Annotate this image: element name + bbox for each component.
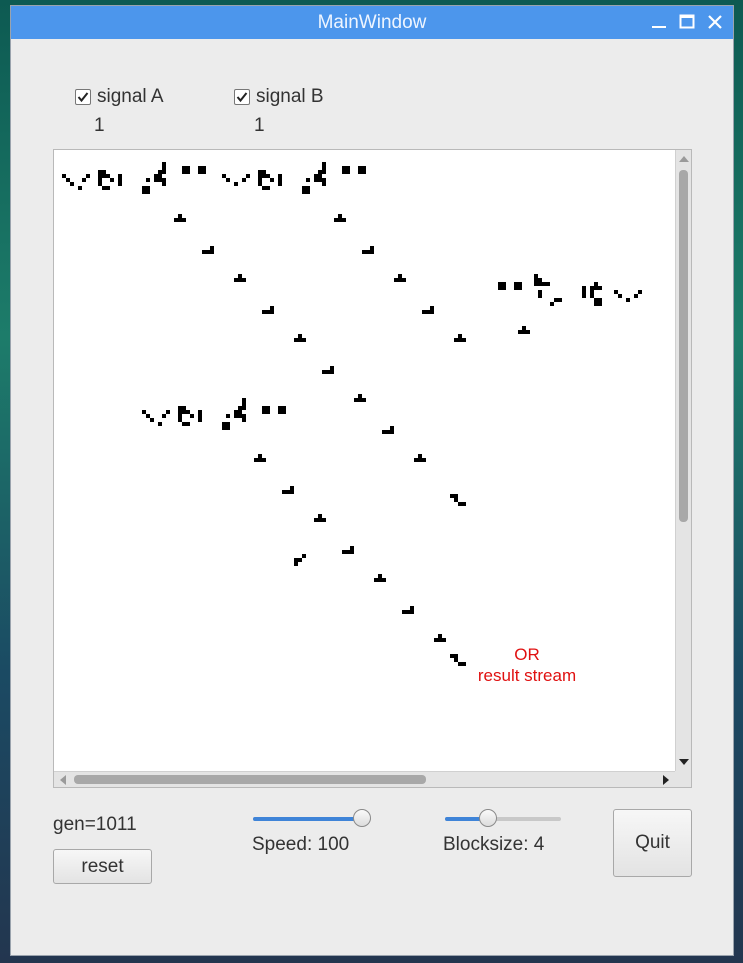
- signal-b-label: signal B: [256, 86, 324, 107]
- minimize-icon[interactable]: [649, 12, 669, 32]
- signal-b-checkbox[interactable]: signal B: [234, 86, 324, 108]
- annotation-or: OR: [514, 645, 540, 664]
- reset-button[interactable]: reset: [53, 849, 152, 884]
- slider-fill: [253, 817, 362, 821]
- speed-label: Speed: 100: [252, 834, 350, 855]
- checkbox-checked-icon[interactable]: [234, 89, 250, 105]
- signal-a-checkbox[interactable]: signal A: [75, 86, 164, 108]
- scroll-up-icon[interactable]: [679, 156, 689, 162]
- main-window: MainWindow signal A 1 signal B 1 OR resu…: [10, 5, 734, 956]
- signal-a-value: 1: [94, 115, 105, 136]
- horizontal-scrollbar[interactable]: [54, 771, 675, 787]
- checkbox-checked-icon[interactable]: [75, 89, 91, 105]
- annotation-label: OR result stream: [462, 644, 592, 686]
- annotation-result-stream: result stream: [477, 666, 577, 685]
- signal-b-value: 1: [254, 115, 265, 136]
- scroll-right-icon[interactable]: [663, 775, 669, 785]
- quit-button[interactable]: Quit: [613, 809, 692, 877]
- blocksize-slider[interactable]: [445, 808, 561, 828]
- window-title: MainWindow: [317, 12, 427, 33]
- maximize-icon[interactable]: [677, 12, 697, 32]
- close-icon[interactable]: [705, 12, 725, 32]
- slider-handle[interactable]: [353, 809, 371, 827]
- speed-slider[interactable]: [253, 808, 371, 828]
- title-bar[interactable]: MainWindow: [11, 6, 733, 39]
- slider-handle[interactable]: [479, 809, 498, 827]
- horizontal-scroll-thumb[interactable]: [74, 775, 426, 784]
- scroll-left-icon[interactable]: [60, 775, 66, 785]
- scroll-corner: [675, 771, 691, 787]
- life-canvas[interactable]: OR result stream: [53, 149, 692, 788]
- vertical-scrollbar[interactable]: [675, 150, 691, 771]
- blocksize-label: Blocksize: 4: [443, 834, 545, 855]
- signal-a-label: signal A: [97, 86, 164, 107]
- generation-counter: gen=1011: [53, 814, 137, 835]
- vertical-scroll-thumb[interactable]: [679, 170, 688, 522]
- scroll-down-icon[interactable]: [679, 759, 689, 765]
